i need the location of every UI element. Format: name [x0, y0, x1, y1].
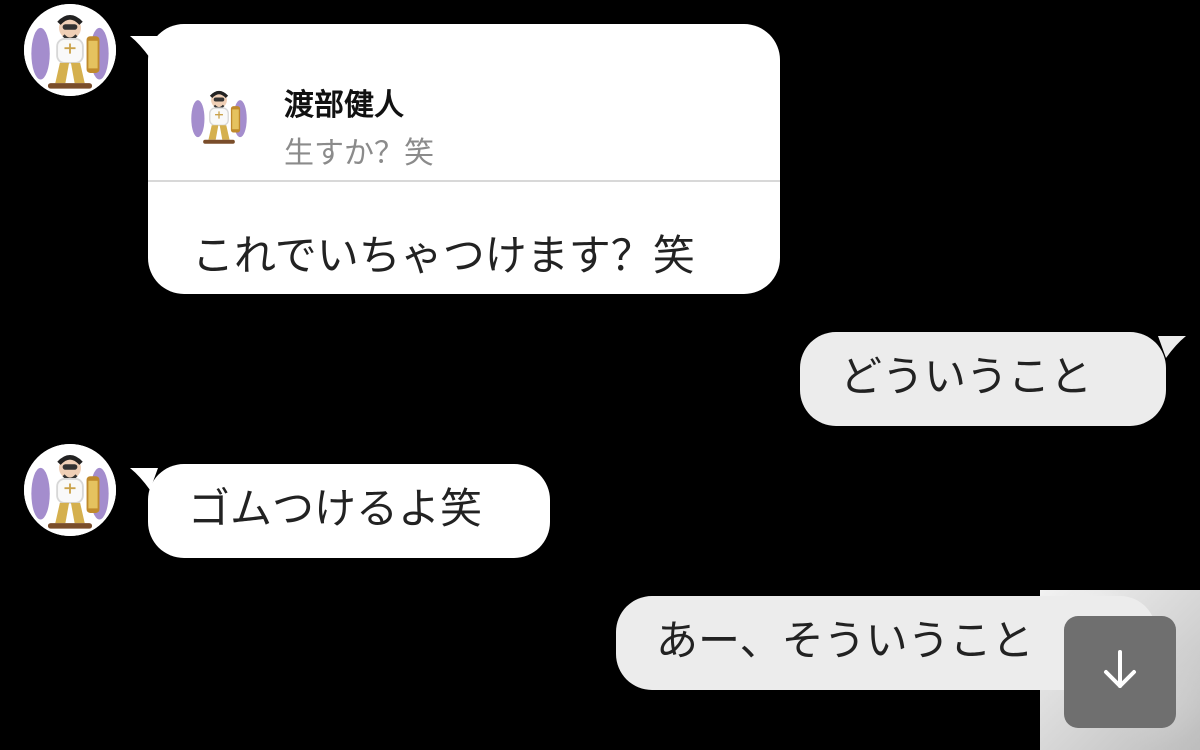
- person-avatar-icon: [24, 444, 116, 536]
- message-bubble-outgoing[interactable]: どういうこと: [800, 332, 1166, 426]
- message-bubble-incoming[interactable]: ゴムつけるよ笑: [148, 464, 550, 558]
- avatar[interactable]: [24, 4, 116, 96]
- person-avatar-icon: [24, 4, 116, 96]
- arrow-down-icon: [1104, 650, 1136, 688]
- reply-sender-name: 渡部健人: [284, 88, 404, 123]
- reply-snippet: 生すか？笑: [284, 136, 434, 171]
- message-text: あー、そういうこと: [656, 616, 1034, 665]
- scroll-to-bottom-button[interactable]: [1064, 616, 1176, 728]
- message-text: これでいちゃつけます？笑: [192, 231, 695, 280]
- reply-message-card[interactable]: 渡部健人 生すか？笑 これでいちゃつけます？笑: [148, 24, 780, 294]
- reply-quote[interactable]: 渡部健人 生すか？笑: [148, 24, 780, 182]
- reply-avatar: [186, 76, 252, 156]
- message-text: どういうこと: [840, 352, 1093, 401]
- person-avatar-icon: [186, 83, 252, 149]
- avatar[interactable]: [24, 444, 116, 536]
- message-text: ゴムつけるよ笑: [188, 484, 483, 533]
